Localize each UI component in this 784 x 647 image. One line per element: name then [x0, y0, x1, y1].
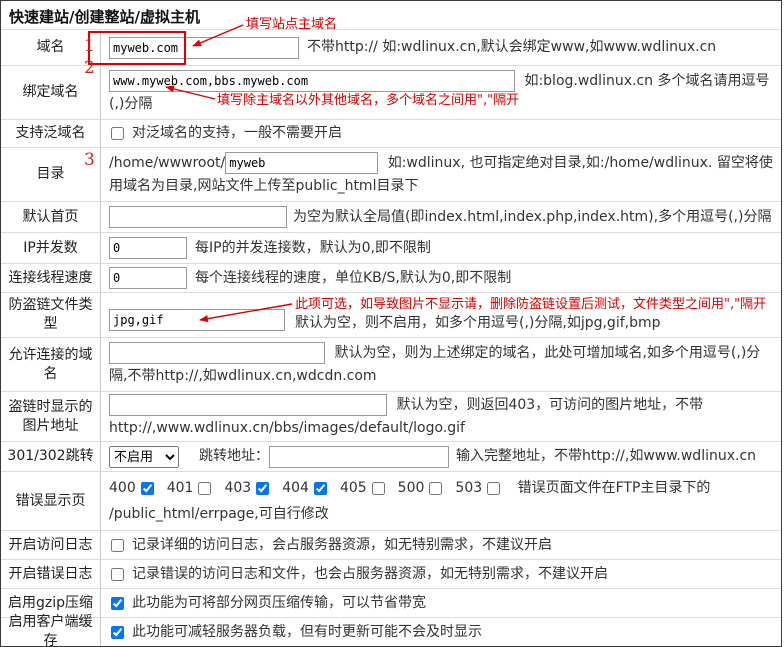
client-cache-hint: 此功能可减轻服务器负载，但有时更新可能不会及时显示 — [132, 621, 482, 644]
index-page-input[interactable] — [109, 206, 287, 228]
access-log-label: 开启访问日志 — [1, 531, 101, 559]
wildcard-hint: 对泛域名的支持，一般不需要开启 — [132, 122, 342, 145]
redirect-label: 301/302跳转 — [1, 442, 101, 471]
ip-concurrency-hint: 每IP的并发连接数，默认为0,即不限制 — [195, 237, 431, 260]
error-403-checkbox[interactable] — [256, 482, 269, 495]
row-access-log: 开启访问日志 记录详细的访问日志，会占服务器资源，如无特别需求，不建议开启 — [1, 530, 781, 559]
thread-speed-hint: 每个连接线程的速度，单位KB/S,默认为0,即不限制 — [195, 267, 511, 290]
row-error-pages: 错误显示页 400401403404405500503 错误页面文件在FTP主目… — [1, 471, 781, 530]
hotlink-image-url-input[interactable] — [109, 394, 387, 416]
error-log-checkbox[interactable] — [111, 568, 124, 581]
row-redirect: 301/302跳转 不启用 跳转地址： 输入完整地址，不带http://,如ww… — [1, 441, 781, 471]
wildcard-label: 支持泛域名 — [1, 120, 101, 147]
error-log-hint: 记录错误的访问日志和文件，也会占服务器资源，如无特别需求，不建议开启 — [132, 563, 608, 586]
error-code-400: 400 — [109, 480, 136, 496]
row-wildcard: 支持泛域名 对泛域名的支持，一般不需要开启 — [1, 119, 781, 147]
error-log-label: 开启错误日志 — [1, 560, 101, 588]
error-405-checkbox[interactable] — [372, 482, 385, 495]
redirect-hint: 输入完整地址，不带http://,如www.wdlinux.cn — [456, 445, 756, 468]
wildcard-checkbox[interactable] — [111, 127, 124, 140]
error-400-checkbox[interactable] — [141, 482, 154, 495]
error-code-405: 405 — [340, 480, 367, 496]
row-hotlink-image-url: 盗链时显示的图片地址 默认为空，则返回403，可访问的图片地址，不带http:/… — [1, 391, 781, 441]
domain-annotation: 填写站点主域名 — [246, 13, 337, 32]
client-cache-checkbox[interactable] — [111, 626, 124, 639]
allowed-domains-label: 允许连接的域名 — [1, 338, 101, 391]
directory-input[interactable] — [225, 152, 378, 174]
error-code-401: 401 — [167, 480, 194, 496]
error-code-500: 500 — [398, 480, 425, 496]
error-code-404: 404 — [282, 480, 309, 496]
row-ip-concurrency: IP并发数 每IP的并发连接数，默认为0,即不限制 — [1, 232, 781, 263]
row-hotlink-filetype: 防盗链文件类型 此项可选，如导致图片不显示请，删除防盗链设置后测试，文件类型之间… — [1, 292, 781, 337]
row-directory: 目录 /home/wwwroot/ 如:wdlinux, 也可指定绝对目录,如:… — [1, 147, 781, 201]
access-log-hint: 记录详细的访问日志，会占服务器资源，如无特别需求，不建议开启 — [132, 534, 552, 557]
hotlink-filetype-input[interactable] — [109, 309, 285, 331]
ip-concurrency-label: IP并发数 — [1, 233, 101, 263]
error-code-403: 403 — [224, 480, 251, 496]
step-marker-2: 2 — [84, 58, 95, 78]
page-title: 快速建站/创建整站/虚拟主机 — [1, 1, 781, 29]
error-401-checkbox[interactable] — [198, 482, 211, 495]
redirect-url-label: 跳转地址： — [199, 445, 269, 468]
gzip-checkbox[interactable] — [111, 597, 124, 610]
ip-concurrency-input[interactable] — [109, 237, 187, 259]
virtual-host-form-page: 快速建站/创建整站/虚拟主机 域名 不带http:// 如:wdlinux.cn… — [0, 0, 784, 647]
row-client-cache: 启用客户端缓存 此功能可减轻服务器负载，但有时更新可能不会及时显示 — [1, 617, 781, 646]
thread-speed-label: 连接线程速度 — [1, 264, 101, 292]
thread-speed-input[interactable] — [109, 267, 187, 289]
step-marker-3: 3 — [84, 150, 95, 170]
access-log-checkbox[interactable] — [111, 539, 124, 552]
directory-prefix: /home/wwwroot/ — [109, 155, 225, 171]
error-pages-label: 错误显示页 — [1, 472, 101, 530]
redirect-select[interactable]: 不启用 — [109, 446, 179, 468]
hotlink-filetype-hint: 默认为空，则不启用，如多个用逗号(,)分隔,如jpg,gif,bmp — [295, 313, 766, 333]
hotlink-image-url-label: 盗链时显示的图片地址 — [1, 392, 101, 441]
index-page-label: 默认首页 — [1, 202, 101, 232]
error-503-checkbox[interactable] — [487, 482, 500, 495]
bind-domain-annotation: 填写除主域名以外其他域名，多个域名之间用","隔开 — [217, 89, 519, 108]
step-marker-1: 1 — [84, 36, 95, 56]
domain-highlight-rectangle — [88, 31, 186, 65]
index-page-hint: 为空为默认全局值(即index.html,index.php,index.htm… — [293, 206, 771, 229]
domain-hint: 不带http:// 如:wdlinux.cn,默认会绑定www,如www.wdl… — [307, 36, 716, 59]
error-404-checkbox[interactable] — [314, 482, 327, 495]
row-index-page: 默认首页 为空为默认全局值(即index.html,index.php,inde… — [1, 201, 781, 232]
allowed-domains-input[interactable] — [109, 342, 325, 364]
redirect-url-input[interactable] — [269, 446, 449, 468]
error-500-checkbox[interactable] — [429, 482, 442, 495]
row-thread-speed: 连接线程速度 每个连接线程的速度，单位KB/S,默认为0,即不限制 — [1, 263, 781, 292]
row-gzip: 启用gzip压缩 此功能为可将部分网页压缩传输，可以节省带宽 — [1, 588, 781, 617]
client-cache-label: 启用客户端缓存 — [1, 618, 101, 646]
row-allowed-domains: 允许连接的域名 默认为空，则为上述绑定的域名，此处可增加域名,如多个用逗号(,)… — [1, 337, 781, 391]
hotlink-annotation: 此项可选，如导致图片不显示请，删除防盗链设置后测试，文件类型之间用","隔开 — [295, 297, 766, 313]
row-error-log: 开启错误日志 记录错误的访问日志和文件，也会占服务器资源，如无特别需求，不建议开… — [1, 559, 781, 588]
hotlink-filetype-label: 防盗链文件类型 — [1, 293, 101, 337]
error-code-503: 503 — [455, 480, 482, 496]
gzip-hint: 此功能为可将部分网页压缩传输，可以节省带宽 — [132, 592, 426, 615]
